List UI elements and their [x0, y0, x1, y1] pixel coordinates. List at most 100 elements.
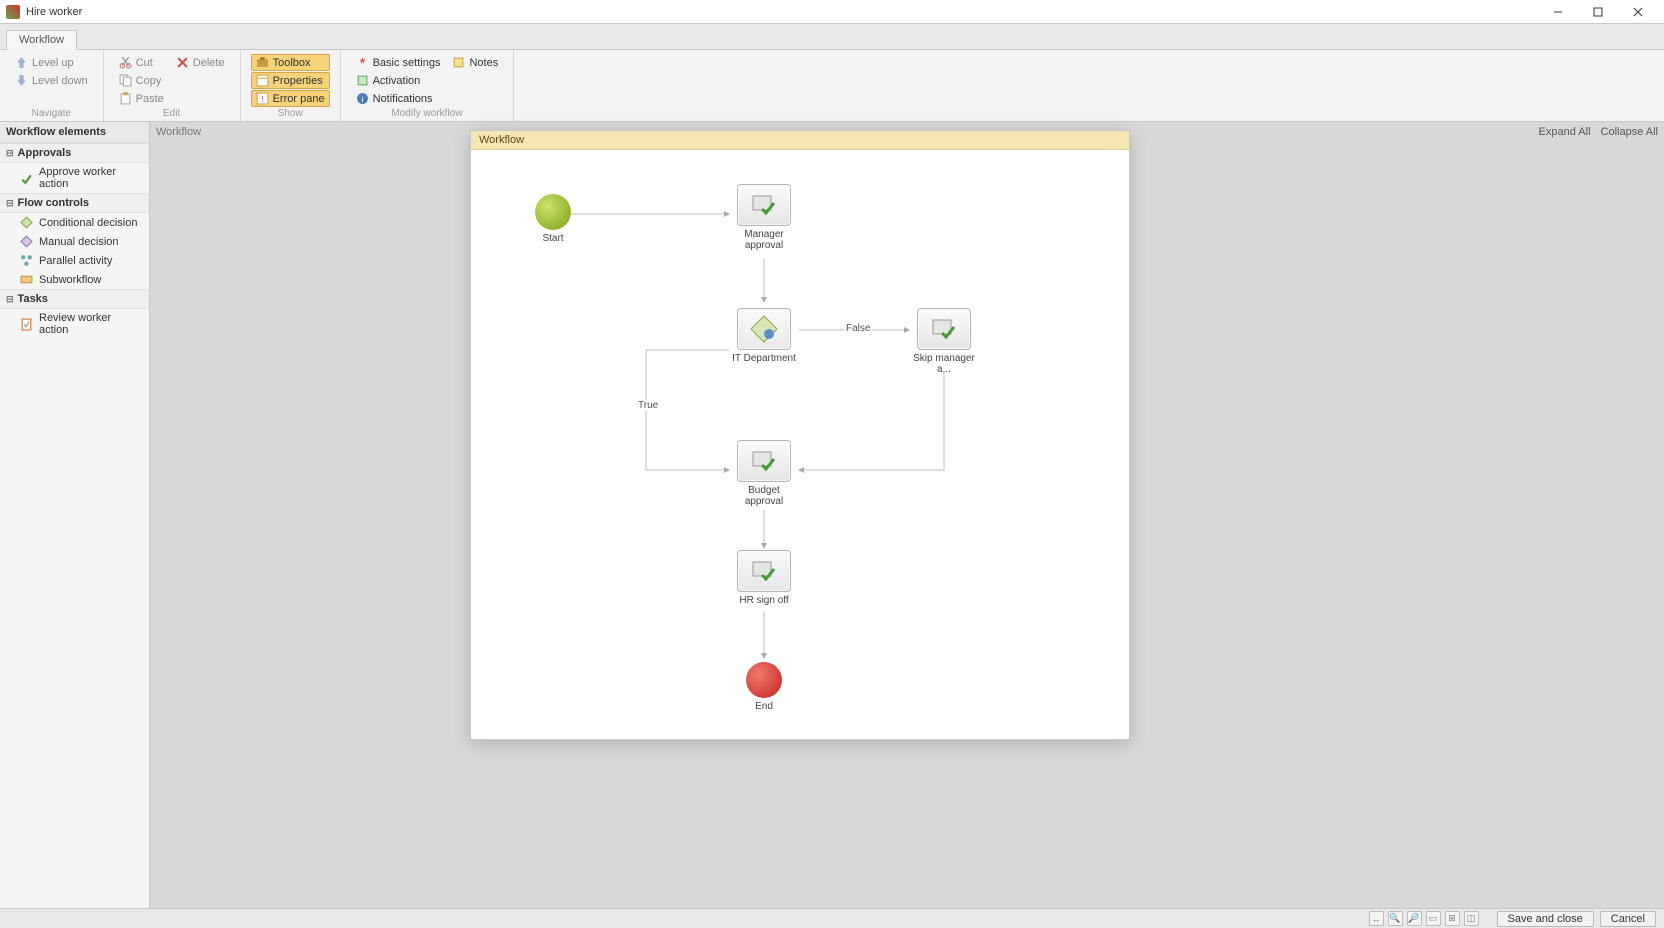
panel-title: Workflow elements	[0, 122, 149, 143]
delete-label: Delete	[193, 57, 225, 69]
cut-label: Cut	[136, 57, 153, 69]
subworkflow-label: Subworkflow	[39, 274, 101, 286]
zoom-tool-1[interactable]: ↔	[1369, 911, 1384, 926]
collapse-icon: ⊟	[6, 148, 14, 159]
start-label: Start	[518, 233, 588, 244]
zoom-in-icon[interactable]: 🔍	[1388, 911, 1403, 926]
approvals-label: Approvals	[18, 147, 72, 159]
activation-icon	[356, 74, 369, 87]
close-button[interactable]	[1618, 0, 1658, 24]
copy-icon	[119, 74, 132, 87]
title-bar: Hire worker	[0, 0, 1664, 24]
app-icon	[6, 5, 20, 19]
parallel-icon	[20, 254, 33, 267]
cut-icon	[119, 56, 132, 69]
node-start[interactable]: Start	[518, 194, 588, 244]
activation-button[interactable]: Activation	[351, 72, 446, 89]
node-skip-manager[interactable]: Skip manager a...	[909, 308, 979, 375]
canvas-area[interactable]: Workflow Expand All Collapse All Workflo…	[150, 122, 1664, 908]
node-end[interactable]: End	[729, 662, 799, 712]
basic-settings-button[interactable]: * Basic settings	[351, 54, 446, 71]
ribbon-show-label: Show	[251, 108, 330, 119]
delete-button[interactable]: Delete	[171, 54, 230, 71]
approve-icon	[20, 172, 33, 185]
notes-icon	[452, 56, 465, 69]
error-pane-icon: !	[256, 92, 269, 105]
it-department-label: IT Department	[729, 353, 799, 364]
level-up-label: Level up	[32, 57, 74, 69]
manual-icon	[20, 235, 33, 248]
node-it-department[interactable]: IT Department	[729, 308, 799, 364]
minimize-button[interactable]	[1538, 0, 1578, 24]
tab-workflow[interactable]: Workflow	[6, 30, 77, 50]
paste-icon	[119, 92, 132, 105]
category-approvals[interactable]: ⊟ Approvals	[0, 143, 149, 163]
collapse-icon: ⊟	[6, 294, 14, 305]
level-down-button[interactable]: Level down	[10, 72, 93, 89]
properties-toggle[interactable]: Properties	[251, 72, 330, 89]
tool-review-worker[interactable]: Review worker action	[0, 309, 149, 339]
manual-label: Manual decision	[39, 236, 119, 248]
notes-label: Notes	[469, 57, 498, 69]
error-pane-label: Error pane	[273, 93, 325, 105]
approval-icon	[917, 308, 971, 350]
category-tasks[interactable]: ⊟ Tasks	[0, 289, 149, 309]
cancel-button[interactable]: Cancel	[1600, 911, 1656, 927]
notes-button[interactable]: Notes	[447, 54, 503, 71]
zoom-extra-icon[interactable]: ◫	[1464, 911, 1479, 926]
tool-parallel-activity[interactable]: Parallel activity	[0, 251, 149, 270]
decision-icon	[737, 308, 791, 350]
parallel-label: Parallel activity	[39, 255, 112, 267]
tool-subworkflow[interactable]: Subworkflow	[0, 270, 149, 289]
approve-worker-label: Approve worker action	[39, 166, 141, 190]
approval-icon	[737, 550, 791, 592]
cut-button[interactable]: Cut	[114, 54, 169, 71]
tab-strip: Workflow	[0, 24, 1664, 50]
level-up-button[interactable]: Level up	[10, 54, 93, 71]
ribbon-modify-label: Modify workflow	[351, 108, 504, 119]
node-manager-approval[interactable]: Manager approval	[729, 184, 799, 251]
ribbon-navigate-label: Navigate	[10, 108, 93, 119]
canvas-body[interactable]: Start Manager approval IT Department Fal…	[471, 150, 1129, 738]
tool-approve-worker[interactable]: Approve worker action	[0, 163, 149, 193]
toolbox-label: Toolbox	[273, 57, 311, 69]
notifications-icon: i	[356, 92, 369, 105]
paste-label: Paste	[136, 93, 164, 105]
tool-manual-decision[interactable]: Manual decision	[0, 232, 149, 251]
notifications-button[interactable]: i Notifications	[351, 90, 446, 107]
workflow-canvas[interactable]: Workflow	[470, 130, 1130, 740]
review-icon	[20, 318, 33, 331]
breadcrumb[interactable]: Workflow	[156, 126, 201, 138]
zoom-out-icon[interactable]: 🔎	[1407, 911, 1422, 926]
asterisk-icon: *	[356, 56, 369, 69]
zoom-fit-icon[interactable]: ▭	[1426, 911, 1441, 926]
paste-button[interactable]: Paste	[114, 90, 169, 107]
toolbox-toggle[interactable]: Toolbox	[251, 54, 330, 71]
collapse-all-link[interactable]: Collapse All	[1601, 126, 1658, 138]
conditional-label: Conditional decision	[39, 217, 137, 229]
hr-signoff-label: HR sign off	[729, 595, 799, 606]
end-icon	[746, 662, 782, 698]
copy-button[interactable]: Copy	[114, 72, 169, 89]
svg-text:i: i	[361, 94, 363, 104]
zoom-actual-icon[interactable]: ⊞	[1445, 911, 1460, 926]
properties-icon	[256, 74, 269, 87]
node-budget-approval[interactable]: Budget approval	[729, 440, 799, 507]
end-label: End	[729, 701, 799, 712]
window-title: Hire worker	[26, 6, 82, 18]
level-down-label: Level down	[32, 75, 88, 87]
expand-all-link[interactable]: Expand All	[1539, 126, 1591, 138]
node-hr-sign-off[interactable]: HR sign off	[729, 550, 799, 606]
manager-approval-label: Manager approval	[729, 229, 799, 251]
approval-icon	[737, 184, 791, 226]
category-flow-controls[interactable]: ⊟ Flow controls	[0, 193, 149, 213]
ribbon-group-show: Toolbox Properties ! Error pane Show	[241, 50, 341, 121]
approval-icon	[737, 440, 791, 482]
maximize-button[interactable]	[1578, 0, 1618, 24]
delete-icon	[176, 56, 189, 69]
save-close-button[interactable]: Save and close	[1497, 911, 1594, 927]
tool-conditional-decision[interactable]: Conditional decision	[0, 213, 149, 232]
error-pane-toggle[interactable]: ! Error pane	[251, 90, 330, 107]
main-area: Workflow elements ⊟ Approvals Approve wo…	[0, 122, 1664, 908]
svg-text:!: !	[261, 94, 263, 104]
